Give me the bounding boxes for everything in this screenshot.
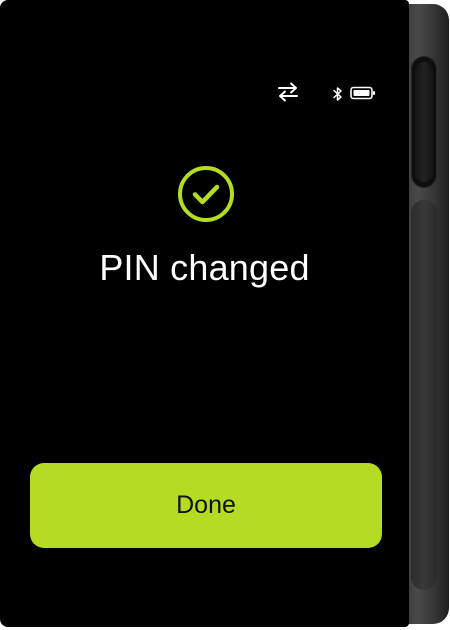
device-side-panel bbox=[411, 200, 437, 590]
page-title: PIN changed bbox=[99, 247, 310, 288]
bluetooth-icon bbox=[332, 86, 344, 102]
done-button[interactable]: Done bbox=[30, 463, 382, 548]
check-circle-icon bbox=[176, 166, 236, 226]
side-button-surface bbox=[415, 62, 433, 182]
battery-icon bbox=[350, 86, 376, 100]
device-side-button[interactable] bbox=[411, 56, 437, 188]
usb-transfer-icon bbox=[276, 82, 300, 102]
done-button-label: Done bbox=[176, 491, 236, 519]
hardware-wallet-device: PIN changed Done bbox=[0, 0, 450, 630]
device-screen: PIN changed Done bbox=[0, 0, 409, 627]
